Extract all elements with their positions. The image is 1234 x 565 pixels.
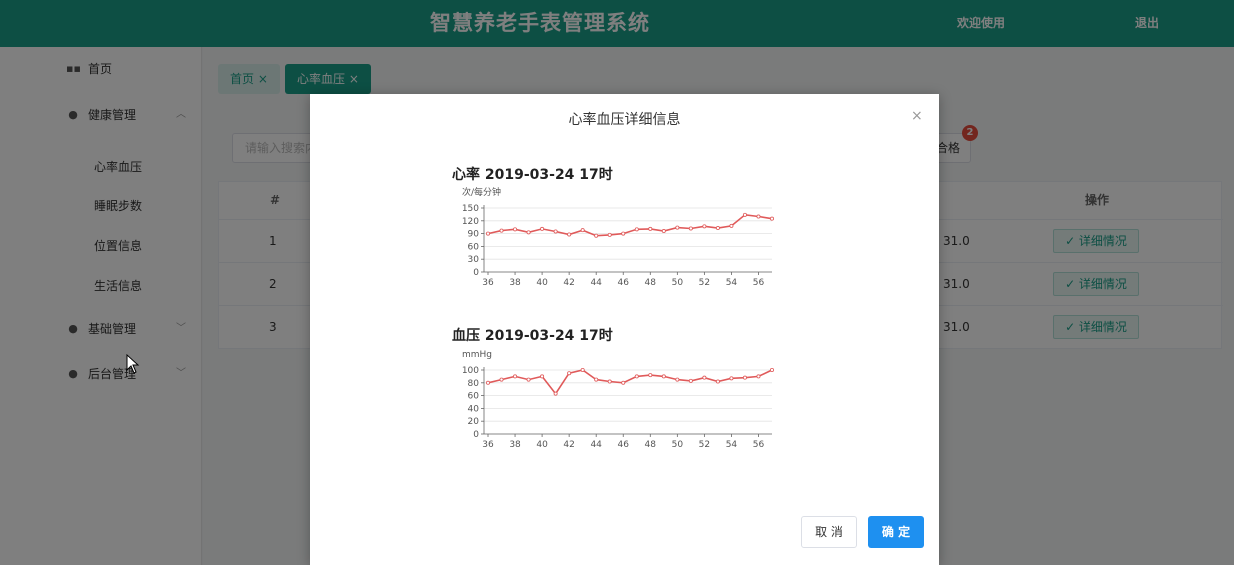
data-point [648,373,653,378]
x-tick-label: 42 [563,440,574,450]
data-point [499,377,504,382]
heart-chart-title: 心率 2019-03-24 17时 [452,167,613,183]
x-tick-label: 52 [699,440,710,450]
y-tick-label: 40 [468,404,480,414]
data-point [594,233,599,238]
data-point [486,231,491,236]
x-tick-label: 36 [482,440,494,450]
data-point [648,226,653,231]
x-tick-label: 54 [726,278,738,288]
data-point [702,224,707,229]
y-tick-label: 100 [462,366,479,376]
y-tick-label: 0 [473,268,479,278]
x-tick-label: 54 [726,440,738,450]
data-point [675,225,680,230]
data-point [634,374,639,379]
data-point [513,227,518,232]
data-point [553,229,558,234]
y-axis-label: 次/每分钟 [462,186,501,198]
data-point [594,377,599,382]
y-tick-label: 90 [468,230,480,240]
y-axis-label: mmHg [462,350,492,360]
modal-title: 心率血压详细信息 [568,112,681,128]
data-point [756,374,761,379]
data-point [634,227,639,232]
x-tick-label: 38 [509,440,521,450]
x-tick-label: 50 [672,278,684,288]
data-point [607,379,612,384]
data-point [661,374,666,379]
data-point [675,377,680,382]
data-point [769,367,774,372]
data-point [580,367,585,372]
data-point [688,226,693,231]
x-tick-label: 56 [753,440,765,450]
cancel-button[interactable]: 取 消 [801,516,857,548]
y-tick-label: 80 [468,379,480,389]
y-tick-label: 150 [462,204,479,214]
data-point [526,377,531,382]
x-tick-label: 42 [563,278,574,288]
mouse-cursor-icon [126,354,140,374]
x-tick-label: 44 [590,440,602,450]
data-point [486,380,491,385]
data-point [729,376,734,381]
data-point [607,232,612,237]
data-point [756,214,761,219]
x-tick-label: 48 [645,278,657,288]
data-point [540,374,545,379]
data-point [567,371,572,376]
y-tick-label: 20 [468,417,480,427]
data-point [540,226,545,231]
x-tick-label: 52 [699,278,710,288]
data-point [553,391,558,396]
data-point [715,379,720,384]
y-tick-label: 30 [468,255,480,265]
data-point [729,223,734,228]
x-tick-label: 36 [482,278,494,288]
y-tick-label: 0 [473,430,479,440]
data-point [513,374,518,379]
data-point [769,216,774,221]
bp-chart-title: 血压 2019-03-24 17时 [452,328,613,344]
x-tick-label: 56 [753,278,765,288]
x-tick-label: 40 [536,278,548,288]
data-point [621,380,626,385]
heart-rate-chart: 次/每分钟 0 30 60 90 120 150 36 38 40 42 44 46 48 50 52 54 56 [462,186,774,288]
data-point [715,226,720,231]
data-point [567,232,572,237]
x-tick-label: 40 [536,440,548,450]
data-point [499,228,504,233]
data-point [621,231,626,236]
x-tick-label: 46 [618,278,630,288]
x-tick-label: 46 [618,440,630,450]
data-point [742,212,747,217]
data-point [688,378,693,383]
data-point [580,228,585,233]
y-tick-label: 60 [468,242,480,252]
data-point [526,230,531,235]
close-icon[interactable]: × [911,108,923,124]
detail-modal: 心率血压详细信息 × 心率 2019-03-24 17时 次/每分钟 0 30 60 9… [310,94,939,565]
x-tick-label: 50 [672,440,684,450]
x-tick-label: 48 [645,440,657,450]
confirm-button[interactable]: 确 定 [868,516,924,548]
data-point [661,229,666,234]
series-line [487,213,773,237]
y-tick-label: 60 [468,392,480,402]
y-tick-label: 120 [462,217,479,227]
x-tick-label: 44 [590,278,602,288]
series-line [487,369,773,396]
data-point [742,375,747,380]
x-tick-label: 38 [509,278,521,288]
blood-pressure-chart: mmHg 0 20 40 60 80 100 36 38 40 42 44 46 48 50 52 54 56 [462,350,774,450]
data-point [702,375,707,380]
